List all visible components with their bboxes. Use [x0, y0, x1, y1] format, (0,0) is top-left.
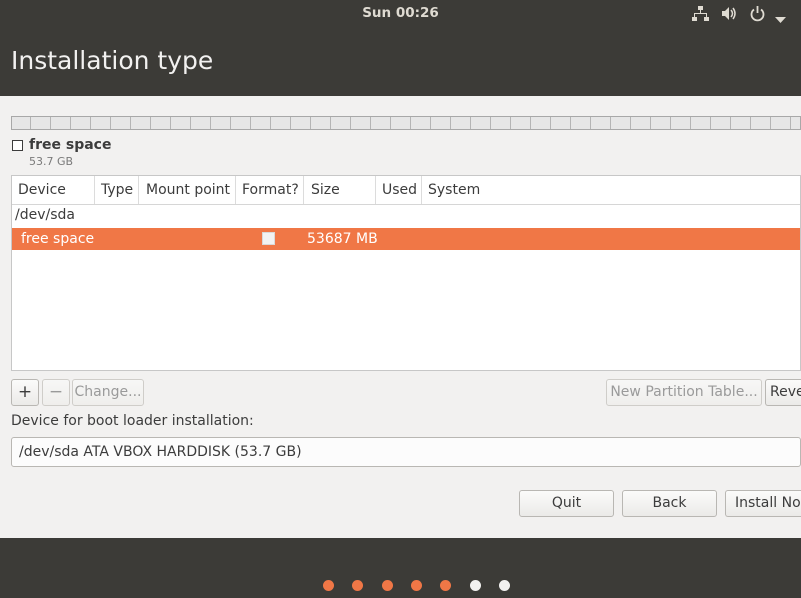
column-device[interactable]: Device — [18, 182, 66, 198]
row-size: 53687 MB — [307, 231, 378, 247]
legend-size: 53.7 GB — [29, 155, 73, 168]
column-type[interactable]: Type — [101, 182, 133, 198]
column-used[interactable]: Used — [382, 182, 417, 198]
quit-button[interactable]: Quit — [519, 490, 614, 517]
column-separator — [235, 176, 236, 204]
column-mount-point[interactable]: Mount point — [146, 182, 230, 198]
table-header: Device Type Mount point Format? Size Use… — [12, 176, 800, 205]
row-device: free space — [21, 231, 94, 247]
remove-partition-button[interactable]: − — [42, 379, 70, 406]
menu-caret-icon[interactable] — [775, 9, 786, 27]
boot-loader-select[interactable]: /dev/sda ATA VBOX HARDDISK (53.7 GB) — [11, 437, 801, 467]
column-format[interactable]: Format? — [242, 182, 299, 198]
progress-dot-complete — [382, 580, 393, 591]
power-icon[interactable] — [749, 5, 766, 23]
back-button[interactable]: Back — [622, 490, 717, 517]
window-header: Installation type — [0, 27, 801, 96]
change-partition-button[interactable]: Change... — [72, 379, 144, 406]
column-system[interactable]: System — [428, 182, 480, 198]
page-title: Installation type — [11, 46, 213, 75]
device-row[interactable]: /dev/sda — [15, 207, 75, 223]
progress-dot-complete — [411, 580, 422, 591]
free-space-swatch — [12, 140, 23, 151]
top-panel: Sun 00:26 — [0, 0, 801, 27]
table-row[interactable]: free space 53687 MB — [12, 228, 800, 250]
column-separator — [303, 176, 304, 204]
column-separator — [375, 176, 376, 204]
column-separator — [138, 176, 139, 204]
progress-dot-pending — [499, 580, 510, 591]
revert-button[interactable]: Revert — [765, 379, 801, 406]
partition-table[interactable]: Device Type Mount point Format? Size Use… — [11, 175, 801, 371]
legend-label: free space — [29, 137, 111, 153]
clock[interactable]: Sun 00:26 — [0, 5, 801, 21]
new-partition-table-button[interactable]: New Partition Table... — [606, 379, 762, 406]
column-size[interactable]: Size — [311, 182, 340, 198]
volume-icon[interactable] — [721, 5, 738, 23]
progress-dot-pending — [470, 580, 481, 591]
boot-loader-label: Device for boot loader installation: — [11, 413, 254, 429]
network-icon[interactable] — [692, 5, 709, 23]
column-separator — [94, 176, 95, 204]
add-partition-button[interactable]: + — [11, 379, 39, 406]
column-separator — [421, 176, 422, 204]
boot-loader-value: /dev/sda ATA VBOX HARDDISK (53.7 GB) — [19, 444, 302, 460]
partition-bar — [11, 116, 801, 130]
format-checkbox[interactable] — [262, 232, 275, 245]
install-now-button[interactable]: Install Now — [725, 490, 801, 517]
progress-dot-complete — [323, 580, 334, 591]
footer — [0, 538, 801, 598]
